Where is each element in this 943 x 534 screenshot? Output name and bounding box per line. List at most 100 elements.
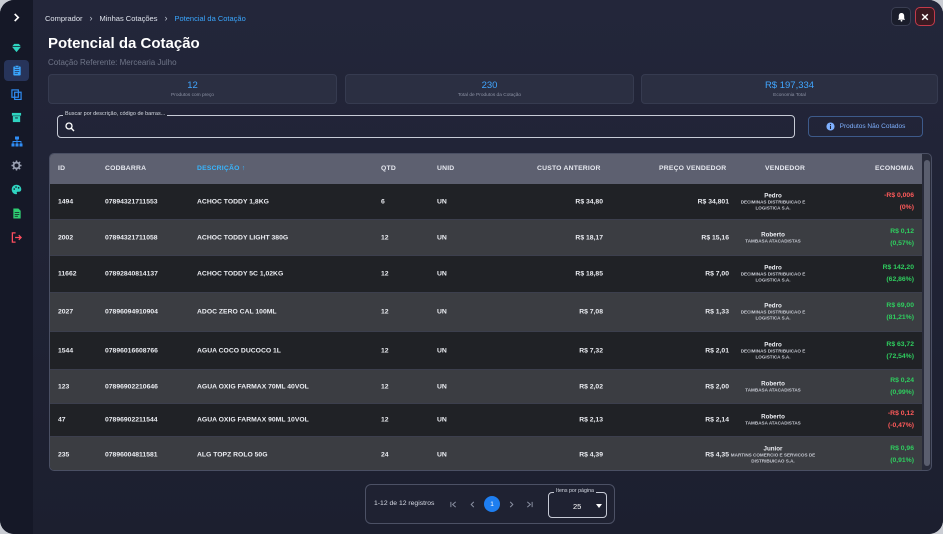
chevron-right-icon <box>509 501 513 507</box>
cell-vendedor: Pedro DECIMINAS DISTRIBUICAO E LOGISTICA … <box>730 341 816 360</box>
stat-value: R$ 197,334 <box>764 80 815 91</box>
cell-id: 47 <box>58 416 66 424</box>
cell-economia: R$ 63,72 (72,54%) <box>886 339 914 363</box>
page-button-current[interactable]: 1 <box>484 496 500 512</box>
table-row[interactable]: 11662 07892840814137 ACHOC TODDY 5C 1,02KG… <box>50 256 922 293</box>
not-quoted-products-button[interactable]: Produtos Não Cotados <box>808 116 923 137</box>
close-icon <box>921 13 929 20</box>
close-button[interactable] <box>915 7 935 26</box>
cell-economia: R$ 69,00 (81,21%) <box>886 300 914 324</box>
expand-sidebar-button[interactable] <box>0 0 33 35</box>
sidebar-item-copy[interactable] <box>4 84 29 105</box>
vendor-name: Pedro <box>764 341 782 348</box>
column-header-economia[interactable]: ECONOMIA <box>875 165 914 172</box>
table-row[interactable]: 2027 07896094910904 ADOC ZERO CAL 100ML 12 U… <box>50 293 922 332</box>
stat-label: Produtos com preço <box>171 93 214 98</box>
vendor-company: TAMBASA ATACADISTAS <box>745 420 801 426</box>
column-header-id[interactable]: ID <box>58 165 65 172</box>
breadcrumb-item-minhas-cotacoes[interactable]: Minhas Cotações <box>100 14 158 23</box>
cell-economia: -R$ 0,006 (0%) <box>884 190 914 214</box>
previous-page-button[interactable] <box>467 499 477 509</box>
cell-qtd: 12 <box>381 383 389 390</box>
cell-preco-vendedor: R$ 2,00 <box>705 383 729 390</box>
vendor-company: TAMBASA ATACADISTAS <box>745 387 801 392</box>
sidebar-item-diamond[interactable] <box>4 37 29 58</box>
stat-label: Economia Total <box>773 93 806 98</box>
column-header-descricao[interactable]: DESCRIÇÃO ↑ <box>197 165 245 172</box>
savings-percent: (0,99%) <box>890 388 914 396</box>
column-header-unid[interactable]: UNID <box>437 165 454 172</box>
archive-icon <box>11 112 22 123</box>
column-header-preco-vendedor[interactable]: PREÇO VENDEDOR <box>659 165 726 172</box>
savings-percent: (0%) <box>899 203 914 211</box>
vendor-company: DECIMINAS DISTRIBUICAO E LOGISTICA S.A. <box>740 271 806 283</box>
cell-unid: UN <box>437 383 447 390</box>
vendor-name: Roberto <box>761 231 785 238</box>
cell-custo-anterior: R$ 4,39 <box>579 451 603 458</box>
cell-qtd: 12 <box>381 234 389 241</box>
search-input[interactable]: Buscar por descrição, código de barras..… <box>57 111 795 138</box>
sidebar-item-palette[interactable] <box>4 179 29 200</box>
cell-unid: UN <box>437 416 447 424</box>
table-row[interactable]: 47 07896902211544 AGUA OXIG FARMAX 90ML 10… <box>50 404 922 437</box>
cell-descricao: ACHOC TODDY LIGHT 380G <box>197 234 289 241</box>
sidebar-item-clipboard[interactable] <box>4 60 29 81</box>
bell-icon <box>897 12 905 22</box>
cell-economia: R$ 0,12 (0,57%) <box>890 226 914 250</box>
cell-economia: R$ 0,96 (0,91%) <box>890 443 914 467</box>
sidebar-item-settings[interactable] <box>4 155 29 176</box>
last-page-button[interactable] <box>524 499 534 509</box>
cell-unid: UN <box>437 270 447 278</box>
cell-qtd: 12 <box>381 416 389 424</box>
hierarchy-icon <box>11 136 22 147</box>
savings-percent: (-0,47%) <box>887 422 914 429</box>
cell-custo-anterior: R$ 18,85 <box>575 270 603 278</box>
cell-vendedor: Junior MARTINS COMERCIO E SERVICOS DE DIS… <box>730 445 816 464</box>
table-scrollbar[interactable] <box>924 160 930 466</box>
sidebar <box>0 0 33 534</box>
column-header-vendedor[interactable]: VENDEDOR <box>765 165 805 172</box>
cell-id: 1544 <box>58 347 74 354</box>
first-page-button[interactable] <box>448 499 458 509</box>
notifications-button[interactable] <box>891 7 911 26</box>
cell-unid: UN <box>437 347 447 354</box>
breadcrumb: Comprador › Minhas Cotações › Potencial … <box>45 12 246 24</box>
savings-value: R$ 69,00 <box>886 302 914 309</box>
cell-economia: -R$ 0,12 (-0,47%) <box>888 408 914 432</box>
savings-value: R$ 0,96 <box>890 444 914 452</box>
chevron-left-icon <box>470 501 474 507</box>
sidebar-item-logout[interactable] <box>4 227 29 248</box>
cell-economia: R$ 142,20 (62,86%) <box>883 262 914 286</box>
cell-custo-anterior: R$ 18,17 <box>575 234 603 241</box>
cell-vendedor: Pedro DECIMINAS DISTRIBUICAO E LOGISTICA … <box>730 192 816 211</box>
items-per-page-label: Itens por página <box>554 488 596 494</box>
table-row[interactable]: 123 07896902210646 AGUA OXIG FARMAX 70ML 4… <box>50 370 922 404</box>
logout-icon <box>11 232 22 243</box>
items-per-page-select[interactable]: Itens por página 25 <box>548 488 607 518</box>
chevron-right-icon <box>14 13 20 22</box>
cell-vendedor: Pedro DECIMINAS DISTRIBUICAO E LOGISTICA … <box>730 265 816 284</box>
table-row[interactable]: 235 07896004811581 ALG TOPZ ROLO 50G 24 UN R$… <box>50 437 922 470</box>
cell-preco-vendedor: R$ 4,35 <box>705 451 729 458</box>
breadcrumb-item-current: Potencial da Cotação <box>174 13 246 23</box>
table-header: ID CODBARRA DESCRIÇÃO ↑ QTD UNID CUSTO A… <box>50 154 922 184</box>
table-row[interactable]: 2002 07894321711058 ACHOC TODDY LIGHT 380G… <box>50 220 922 256</box>
column-header-custo-anterior[interactable]: CUSTO ANTERIOR <box>537 165 601 172</box>
stat-card-total-savings: R$ 197,334 Economia Total <box>641 74 938 104</box>
cell-descricao: ACHOC TODDY 1,8KG <box>197 198 269 205</box>
column-header-qtd[interactable]: QTD <box>381 165 396 172</box>
sidebar-item-document[interactable] <box>4 203 29 224</box>
breadcrumb-item-comprador[interactable]: Comprador <box>45 14 83 23</box>
cell-codbarra: 07896016608766 <box>105 347 158 354</box>
savings-percent: (0,91%) <box>890 456 914 464</box>
table-row[interactable]: 1544 07896016608766 AGUA COCO DUCOCO 1L 12 U… <box>50 332 922 370</box>
table-row[interactable]: 1494 07894321711553 ACHOC TODDY 1,8KG 6 UN R$… <box>50 184 922 220</box>
cell-unid: UN <box>437 234 447 241</box>
next-page-button[interactable] <box>506 499 516 509</box>
cell-unid: UN <box>437 451 447 458</box>
stat-label: Total de Produtos da Cotação <box>457 93 522 98</box>
column-header-codbarra[interactable]: CODBARRA <box>105 165 146 172</box>
sidebar-item-hierarchy[interactable] <box>4 131 29 152</box>
sidebar-item-archive[interactable] <box>4 107 29 128</box>
cell-custo-anterior: R$ 2,13 <box>579 416 603 424</box>
